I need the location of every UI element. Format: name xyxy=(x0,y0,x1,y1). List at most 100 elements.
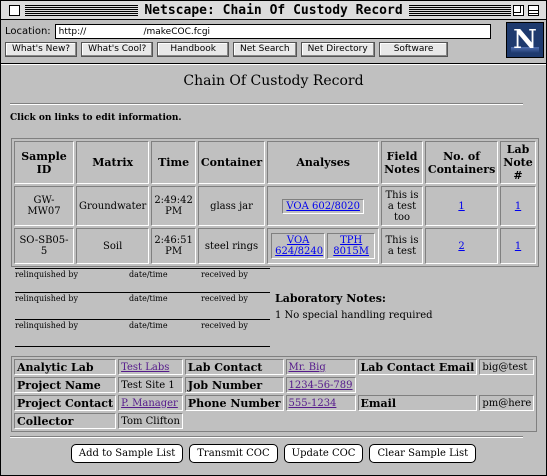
netscape-logo[interactable]: N xyxy=(506,22,544,58)
containers-link[interactable]: 2 xyxy=(458,241,464,252)
containers-link[interactable]: 1 xyxy=(458,201,464,212)
matrix-cell: Groundwater xyxy=(76,186,150,226)
samples-table: Sample ID Matrix Time Container Analyses… xyxy=(11,138,539,267)
handbook-button[interactable]: Handbook xyxy=(157,42,229,57)
header-sample-id: Sample ID xyxy=(14,141,74,184)
container-cell: glass jar xyxy=(197,186,266,226)
project-info-table: Analytic Lab Test Labs Lab Contact Mr. B… xyxy=(11,356,538,432)
close-box[interactable] xyxy=(9,5,20,16)
update-coc-button[interactable]: Update COC xyxy=(283,444,364,463)
page-title: Chain Of Custody Record xyxy=(183,73,364,89)
table-header-row: Sample ID Matrix Time Container Analyses… xyxy=(14,141,536,184)
relinquished-by-label: relinquished by xyxy=(15,321,78,330)
header-container: Container xyxy=(197,141,266,184)
time-cell: 2:46:51 PM xyxy=(151,228,196,264)
job-number-cell: 1234-56-789 xyxy=(285,377,356,393)
date-time-label: date/time xyxy=(129,321,168,330)
phone-number-cell: 555-1234 xyxy=(285,395,356,411)
containers-cell: 1 xyxy=(424,186,499,226)
phone-number-link[interactable]: 555-1234 xyxy=(289,398,337,409)
content-divider-highlight xyxy=(1,64,546,65)
lab-note-cell: 1 xyxy=(500,228,536,264)
lab-contact-email-label: Lab Contact Email xyxy=(357,359,478,375)
info-row: Project Name Test Site 1 Job Number 1234… xyxy=(14,377,534,393)
software-button[interactable]: Software xyxy=(378,42,449,57)
job-number-label: Job Number xyxy=(184,377,284,393)
analyses-cell: VOA 624/8240 TPH 8015M xyxy=(267,228,380,264)
lab-note-text: 1 No special handling required xyxy=(275,310,433,321)
transmit-coc-button[interactable]: Transmit COC xyxy=(189,444,278,463)
date-time-label: date/time xyxy=(129,294,168,303)
collector-label: Collector xyxy=(14,413,117,429)
info-row: Project Contact P. Manager Phone Number … xyxy=(14,395,535,411)
signature-line xyxy=(15,319,270,320)
project-contact-label: Project Contact xyxy=(14,395,117,411)
signature-line xyxy=(15,292,270,293)
analysis-box: VOA 624/8240 xyxy=(271,233,326,259)
lab-contact-link[interactable]: Mr. Big xyxy=(289,362,326,373)
add-to-sample-list-button[interactable]: Add to Sample List xyxy=(70,444,184,463)
signature-line xyxy=(15,268,270,269)
location-input[interactable]: http:// /makeCOC.fcgi xyxy=(54,23,491,39)
analysis-link[interactable]: TPH 8015M xyxy=(333,235,369,257)
clear-sample-list-button[interactable]: Clear Sample List xyxy=(369,444,477,463)
collapse-box[interactable] xyxy=(528,5,539,16)
lab-note-cell: 1 xyxy=(500,186,536,226)
received-by-label: received by xyxy=(201,270,248,279)
header-time: Time xyxy=(151,141,196,184)
relinquished-by-label: relinquished by xyxy=(15,294,78,303)
job-number-link[interactable]: 1234-56-789 xyxy=(289,380,353,391)
header-field-notes: Field Notes xyxy=(381,141,423,184)
table-row: SO-SB05-5 Soil 2:46:51 PM steel rings VO… xyxy=(14,228,536,264)
title-bar-stripes-right xyxy=(401,5,511,16)
field-notes-cell: This is a test xyxy=(381,228,423,264)
whats-new-button[interactable]: What's New? xyxy=(5,42,78,57)
whats-cool-button[interactable]: What's Cool? xyxy=(81,42,154,57)
lab-contact-cell: Mr. Big xyxy=(285,359,356,375)
title-bar-stripes-left xyxy=(25,5,145,16)
net-search-button[interactable]: Net Search xyxy=(232,42,297,57)
directory-buttons: What's New? What's Cool? Handbook Net Se… xyxy=(5,42,449,58)
email-value: pm@here xyxy=(479,395,535,411)
lab-note-link[interactable]: 1 xyxy=(515,241,521,252)
analyses-cell: VOA 602/8020 xyxy=(267,186,380,226)
header-no-of-containers: No. of Containers xyxy=(424,141,499,184)
matrix-cell: Soil xyxy=(76,228,150,264)
location-label: Location: xyxy=(5,25,51,37)
relinquished-by-label: relinquished by xyxy=(15,270,78,279)
analysis-link[interactable]: VOA 602/8020 xyxy=(286,201,360,212)
analytic-lab-label: Analytic Lab xyxy=(14,359,117,375)
horizontal-rule-top xyxy=(10,103,523,105)
horizontal-rule-bottom xyxy=(10,436,523,438)
net-directory-button[interactable]: Net Directory xyxy=(300,42,375,57)
date-time-label: date/time xyxy=(129,270,168,279)
field-notes-cell: This is a test too xyxy=(381,186,423,226)
header-matrix: Matrix xyxy=(76,141,150,184)
project-name-value: Test Site 1 xyxy=(118,377,183,393)
lab-contact-email-value: big@test xyxy=(479,359,535,375)
header-analyses: Analyses xyxy=(267,141,380,184)
analysis-link[interactable]: VOA 624/8240 xyxy=(275,235,323,257)
empty-cell xyxy=(185,413,534,429)
analysis-box: VOA 602/8020 xyxy=(282,198,364,214)
info-row: Analytic Lab Test Labs Lab Contact Mr. B… xyxy=(14,359,535,375)
project-contact-link[interactable]: P. Manager xyxy=(121,398,178,409)
project-name-label: Project Name xyxy=(14,377,117,393)
lab-notes-heading: Laboratory Notes: xyxy=(275,292,386,305)
containers-cell: 2 xyxy=(424,228,499,264)
lab-note-link[interactable]: 1 xyxy=(515,201,521,212)
empty-cell xyxy=(358,377,535,393)
time-cell: 2:49:42 PM xyxy=(151,186,196,226)
title-bar[interactable]: Netscape: Chain Of Custody Record xyxy=(1,1,546,20)
analysis-box: TPH 8015M xyxy=(327,233,376,259)
zoom-box[interactable] xyxy=(513,5,524,16)
lab-contact-label: Lab Contact xyxy=(184,359,284,375)
window-title: Netscape: Chain Of Custody Record xyxy=(138,2,409,18)
collector-value: Tom Clifton xyxy=(118,413,183,429)
received-by-label: received by xyxy=(201,321,248,330)
analytic-lab-link[interactable]: Test Labs xyxy=(121,362,169,373)
email-label: Email xyxy=(357,395,478,411)
info-row: Collector Tom Clifton xyxy=(14,413,534,429)
table-row: GW-MW07 Groundwater 2:49:42 PM glass jar… xyxy=(14,186,536,226)
signature-line xyxy=(15,346,270,347)
